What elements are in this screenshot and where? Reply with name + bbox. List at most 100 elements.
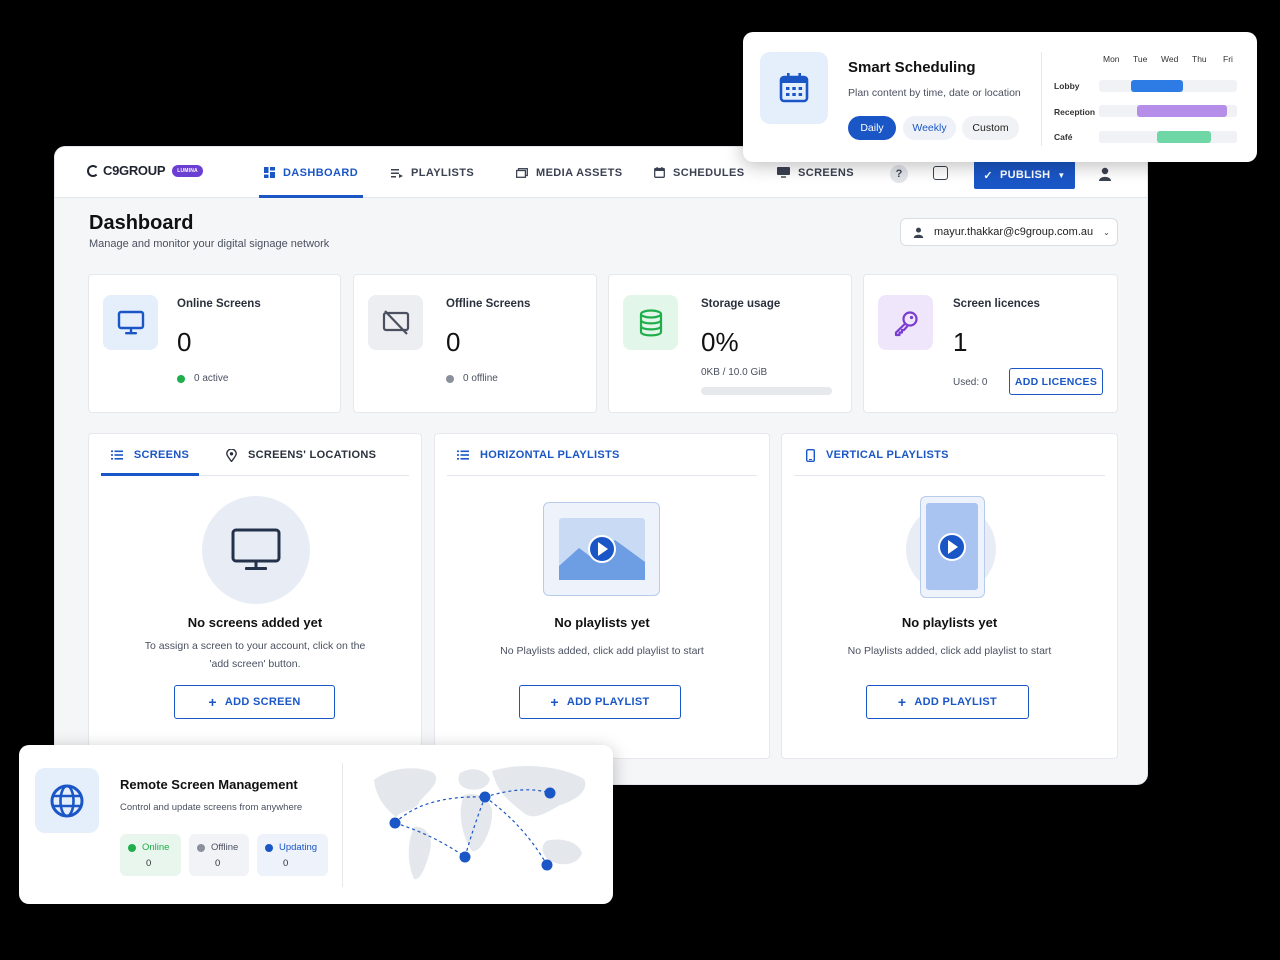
day-label-fri: Fri <box>1223 54 1233 64</box>
location-marker[interactable] <box>389 817 401 829</box>
monitor-icon <box>777 167 790 178</box>
location-marker[interactable] <box>459 851 471 863</box>
page-title: Dashboard <box>89 212 194 234</box>
tab-screens[interactable]: SCREENS <box>101 434 199 476</box>
schedule-track-lobby <box>1099 80 1237 92</box>
remote-screen-management-card: Remote Screen Management Control and upd… <box>19 745 613 904</box>
logo-mark-icon <box>87 164 99 177</box>
horizontal-empty-desc: No Playlists added, click add playlist t… <box>500 645 704 657</box>
brand-badge: LUMINA <box>172 164 203 177</box>
tab-horizontal-playlists[interactable]: HORIZONTAL PLAYLISTS <box>457 434 620 476</box>
status-updating-label: Updating <box>279 842 318 853</box>
phone-icon <box>806 448 815 462</box>
schedule-option-custom[interactable]: Custom <box>962 116 1019 140</box>
licences-icon-box <box>878 295 933 350</box>
status-chip-updating: Updating 0 <box>257 834 328 876</box>
offline-screens-card: Offline Screens 0 0 offline <box>353 274 597 413</box>
vertical-playlist-illustration <box>920 496 985 598</box>
offline-screens-icon-box <box>368 295 423 350</box>
media-assets-icon <box>516 167 528 178</box>
schedule-option-daily[interactable]: Daily <box>848 116 896 140</box>
publish-label: PUBLISH <box>999 169 1051 181</box>
add-vertical-playlist-label: ADD PLAYLIST <box>914 696 998 708</box>
offline-screens-status: 0 offline <box>446 373 498 384</box>
list-icon <box>110 450 123 460</box>
screen-licences-label: Screen licences <box>953 298 1040 310</box>
world-map-network <box>374 765 586 880</box>
storage-usage-card: Storage usage 0% 0KB / 10.0 GiB <box>608 274 852 413</box>
account-selector[interactable]: mayur.thakkar@c9group.com.au ⌄ <box>900 218 1118 246</box>
remote-title: Remote Screen Management <box>120 777 298 792</box>
schedule-bar-reception[interactable] <box>1137 105 1227 117</box>
schedule-bar-cafe[interactable] <box>1157 131 1211 143</box>
screens-tab-row: SCREENS SCREENS' LOCATIONS <box>101 434 409 476</box>
tab-vertical-playlists[interactable]: VERTICAL PLAYLISTS <box>806 434 949 476</box>
scheduling-icon-box <box>760 52 828 124</box>
updating-dot <box>265 843 273 852</box>
schedule-bar-lobby[interactable] <box>1131 80 1183 92</box>
key-icon <box>894 310 918 336</box>
add-horizontal-playlist-button[interactable]: + ADD PLAYLIST <box>519 685 681 719</box>
nav-schedules[interactable]: SCHEDULES <box>654 147 744 198</box>
calendar-icon <box>654 167 665 178</box>
page-subtitle: Manage and monitor your digital signage … <box>89 238 330 250</box>
location-pin-icon <box>226 448 237 462</box>
tab-screens-label: SCREENS <box>133 449 190 461</box>
online-status-dot <box>177 374 185 383</box>
nav-dashboard[interactable]: DASHBOARD <box>259 147 363 198</box>
world-map-icon <box>374 765 586 880</box>
user-profile-icon[interactable] <box>1098 167 1112 181</box>
chevron-down-icon: ▼ <box>1057 170 1066 180</box>
status-offline-label: Offline <box>211 842 239 853</box>
status-updating-value: 0 <box>283 858 289 869</box>
screen-off-icon <box>382 309 409 335</box>
online-screens-icon-box <box>103 295 158 350</box>
plus-icon: + <box>208 694 217 710</box>
tab-screens-locations-label: SCREENS' LOCATIONS <box>248 449 377 461</box>
dashboard-grid-icon <box>263 167 275 178</box>
brand-logo[interactable]: C9GROUP LUMINA <box>87 163 203 178</box>
storage-usage-detail: 0KB / 10.0 GiB <box>701 367 768 378</box>
feedback-icon[interactable] <box>933 166 948 180</box>
tab-screens-locations[interactable]: SCREENS' LOCATIONS <box>226 434 376 476</box>
horizontal-playlist-illustration <box>543 502 660 596</box>
remote-desc: Control and update screens from anywhere <box>120 802 303 813</box>
add-licences-button[interactable]: ADD LICENCES <box>1009 368 1103 395</box>
status-online-value: 0 <box>146 858 152 869</box>
horizontal-empty-title: No playlists yet <box>554 615 650 630</box>
monitor-icon <box>117 310 144 334</box>
schedule-option-weekly[interactable]: Weekly <box>903 116 956 140</box>
scheduling-divider <box>1041 52 1042 146</box>
schedule-row-cafe: Café <box>1054 132 1073 142</box>
nav-playlists[interactable]: PLAYLISTS <box>391 147 474 198</box>
status-chip-online: Online 0 <box>120 834 181 876</box>
offline-status-dot <box>446 374 454 383</box>
nav-media-assets-label: MEDIA ASSETS <box>536 166 623 179</box>
chevron-down-icon: ⌄ <box>1103 227 1110 237</box>
location-marker[interactable] <box>544 787 556 799</box>
offline-screens-value: 0 <box>446 327 461 357</box>
nav-media-assets[interactable]: MEDIA ASSETS <box>516 147 623 198</box>
add-vertical-playlist-button[interactable]: + ADD PLAYLIST <box>866 685 1029 719</box>
brand-name: C9GROUP <box>103 163 166 178</box>
vertical-tab-row: VERTICAL PLAYLISTS <box>794 434 1105 476</box>
add-screen-button[interactable]: + ADD SCREEN <box>174 685 335 719</box>
schedule-track-reception <box>1099 105 1237 117</box>
list-icon <box>457 450 469 460</box>
storage-progress-bar <box>701 387 832 395</box>
day-label-mon: Mon <box>1103 54 1120 64</box>
online-dot <box>128 843 136 852</box>
globe-icon <box>50 784 84 817</box>
screen-licences-value: 1 <box>953 327 968 357</box>
account-email: mayur.thakkar@c9group.com.au <box>934 226 1094 238</box>
location-marker[interactable] <box>479 791 491 803</box>
vertical-empty-title: No playlists yet <box>901 615 998 630</box>
help-button[interactable]: ? <box>890 165 908 183</box>
day-label-thu: Thu <box>1192 54 1207 64</box>
landscape-video-icon <box>559 518 645 580</box>
tab-horizontal-playlists-label: HORIZONTAL PLAYLISTS <box>480 449 620 461</box>
location-marker[interactable] <box>541 859 553 871</box>
add-horizontal-playlist-label: ADD PLAYLIST <box>566 696 650 708</box>
empty-screens-illustration <box>202 496 310 604</box>
publish-button[interactable]: ✓ PUBLISH ▼ <box>974 161 1075 189</box>
